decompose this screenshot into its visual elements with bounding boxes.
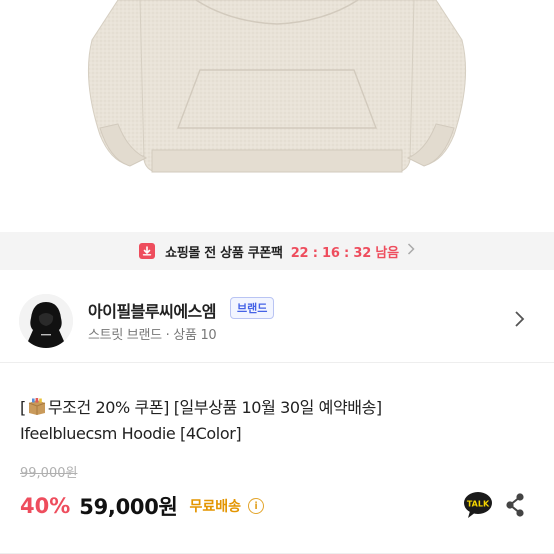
coupon-icon	[139, 243, 156, 259]
coupon-label: 쇼핑몰 전 상품 쿠폰팩	[165, 245, 283, 261]
kakao-talk-button[interactable]: TALK	[463, 491, 493, 519]
original-price: 99,000원	[20, 466, 78, 481]
shop-meta: 스트릿 브랜드 · 상품 10	[88, 328, 217, 343]
sale-price: 59,000원	[79, 495, 178, 519]
package-box-icon	[27, 398, 47, 416]
product-title-line-1: [ 무조건 20% 쿠폰] [일부상품 10월 30일 예약배송]	[20, 395, 540, 421]
product-image[interactable]	[0, 0, 554, 228]
share-icon	[506, 493, 524, 517]
price-row: 40% 59,000원 무료배송 i	[20, 489, 540, 523]
shop-name[interactable]: 아이필블루씨에스엠	[88, 298, 216, 322]
talk-label: TALK	[467, 500, 490, 509]
discount-rate: 40%	[20, 494, 71, 518]
hoodie-photo	[87, 0, 467, 173]
coupon-timer: 22 : 16 : 32 남음	[290, 245, 399, 261]
title-bracket: [	[20, 398, 26, 417]
chevron-right-icon	[407, 243, 415, 259]
section-divider	[0, 362, 554, 363]
title-text-line-1: 무조건 20% 쿠폰] [일부상품 10월 30일 예약배송]	[47, 398, 382, 417]
shop-info-row[interactable]: 아이필블루씨에스엠 브랜드 스트릿 브랜드 · 상품 10	[0, 286, 554, 356]
product-title-line-2: Ifeelbluecsm Hoodie [4Color]	[20, 424, 242, 443]
coupon-banner[interactable]: 쇼핑몰 전 상품 쿠폰팩 22 : 16 : 32 남음	[0, 232, 554, 270]
talk-bubble-icon: TALK	[464, 492, 492, 518]
info-icon[interactable]: i	[248, 498, 265, 514]
chevron-right-icon[interactable]	[512, 310, 526, 328]
product-title: [ 무조건 20% 쿠폰] [일부상품 10월 30일 예약배송] Ifeelbl…	[20, 395, 540, 447]
share-button[interactable]	[504, 492, 526, 518]
free-shipping-label: 무료배송	[189, 499, 242, 515]
brand-badge: 브랜드	[230, 297, 275, 319]
shop-avatar[interactable]	[19, 294, 73, 348]
